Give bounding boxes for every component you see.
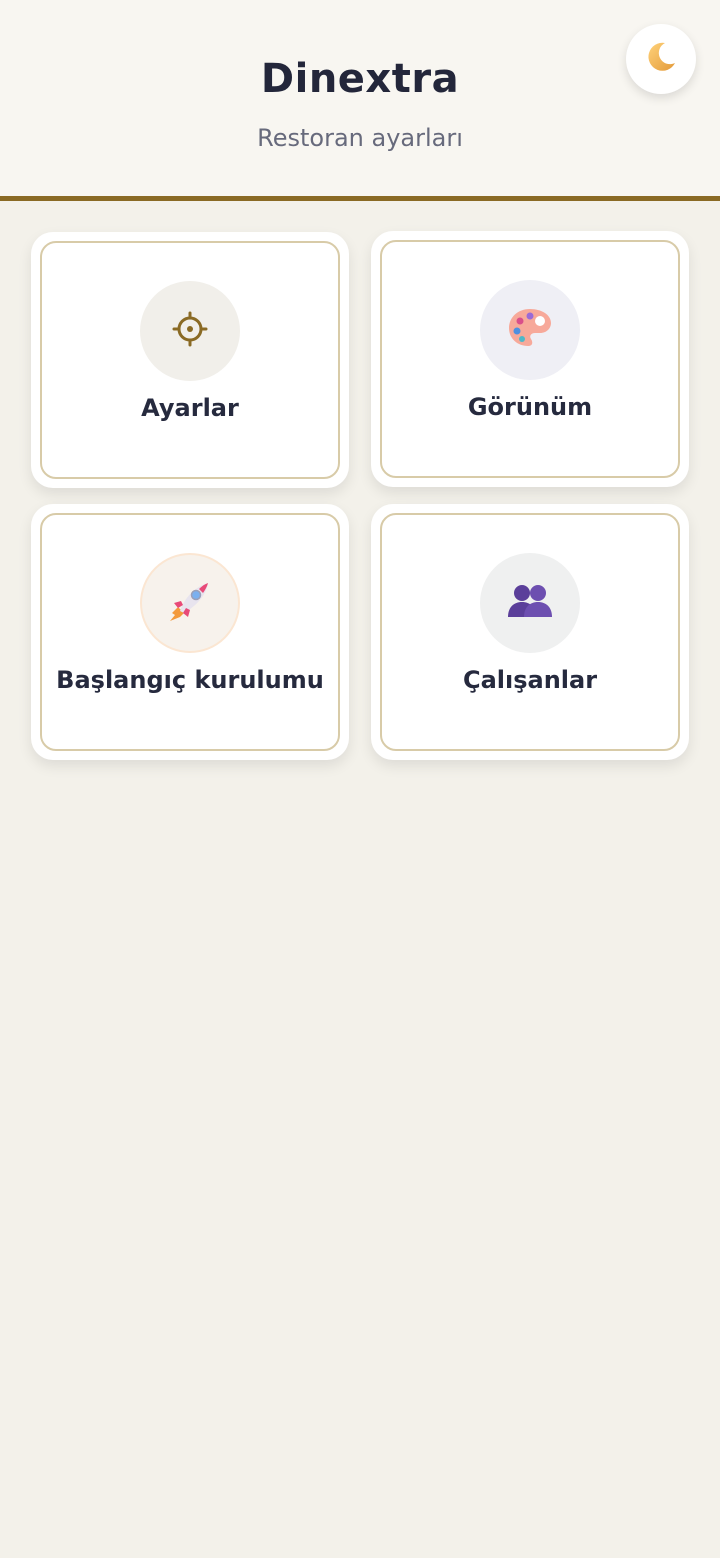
page-title: Dinextra xyxy=(260,56,460,102)
moon-icon xyxy=(644,40,678,78)
theme-toggle-button[interactable] xyxy=(626,24,696,94)
card-settings[interactable]: Ayarlar xyxy=(31,232,349,488)
icon-badge xyxy=(140,553,240,653)
card-label: Başlangıç kurulumu xyxy=(56,666,324,694)
card-setup[interactable]: Başlangıç kurulumu xyxy=(31,504,349,760)
icon-badge xyxy=(480,280,580,380)
card-label: Çalışanlar xyxy=(462,666,598,694)
page-header: Dinextra Restoran ayarları xyxy=(0,0,720,201)
card-staff[interactable]: Çalışanlar xyxy=(371,504,689,760)
card-label: Ayarlar xyxy=(141,394,239,422)
people-icon xyxy=(506,581,554,625)
card-label: Görünüm xyxy=(467,393,593,421)
icon-badge xyxy=(480,553,580,653)
rocket-icon xyxy=(166,577,214,629)
card-appearance[interactable]: Görünüm xyxy=(371,231,689,487)
icon-badge xyxy=(140,281,240,381)
page-subtitle: Restoran ayarları xyxy=(257,124,463,152)
palette-icon xyxy=(506,306,554,354)
gear-icon xyxy=(171,310,209,352)
